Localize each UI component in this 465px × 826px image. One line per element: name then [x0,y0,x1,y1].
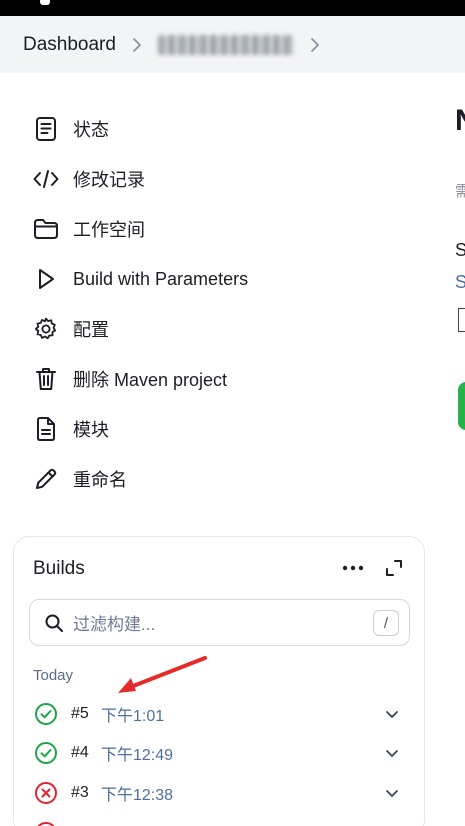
filter-builds-input[interactable]: 过滤构建... / [29,599,410,646]
build-time-link[interactable]: 下午1:01 [101,702,164,726]
sidebar-item-label: 重命名 [73,470,127,490]
logo-fragment [40,0,50,5]
filter-placeholder: 过滤构建... [73,615,156,634]
sidebar-item-build-with-parameters[interactable]: Build with Parameters [0,254,430,304]
code-icon [33,166,59,192]
build-time-link[interactable]: 下午12:38 [101,781,173,805]
breadcrumb-job-link[interactable] [157,34,294,55]
sidebar-task-list: 状态 修改记录 工作空间 Build with Parameters 配置 删除… [0,104,430,504]
success-status-icon [34,702,58,726]
sidebar-item-label: 配置 [73,320,109,340]
folder-icon [33,216,59,242]
success-status-icon [34,741,58,765]
builds-panel: Builds 过滤构建... / Today #5 下午1:01 #4 下午12… [13,536,425,826]
build-number-link[interactable]: #5 [71,705,89,723]
sidebar-item-delete-project[interactable]: 删除 Maven project [0,354,430,404]
sidebar-item-label: 状态 [73,120,109,140]
more-options-icon[interactable] [341,561,365,575]
failure-status-icon [34,821,58,826]
build-row[interactable]: #4 下午12:49 [14,733,424,773]
parameter-label-fragment: S [455,240,465,260]
sidebar-item-label: 模块 [73,420,109,440]
sidebar-item-changes[interactable]: 修改记录 [0,154,430,204]
sidebar-item-label: Build with Parameters [73,268,249,289]
build-row[interactable]: #5 下午1:01 [14,694,424,734]
sidebar-item-configure[interactable]: 配置 [0,304,430,354]
breadcrumb-dashboard-link[interactable]: Dashboard [23,34,116,56]
failure-status-icon [34,781,58,805]
pencil-icon [33,466,59,492]
gear-icon [33,316,59,342]
search-icon [44,613,64,633]
sidebar-item-modules[interactable]: 模块 [0,404,430,454]
breadcrumb-separator-icon [124,37,150,53]
top-header-bar [0,0,465,16]
expand-icon[interactable] [385,559,403,577]
build-row[interactable]: #3 下午12:38 [14,773,424,813]
chevron-down-icon[interactable] [384,745,400,761]
document-icon [33,116,59,142]
job-description-fragment: 需 [455,183,465,200]
job-title-fragment: N [455,104,465,138]
builds-title: Builds [33,558,85,579]
build-number-link[interactable]: #3 [71,784,89,802]
play-icon [33,266,59,292]
breadcrumb-dropdown-chevron-icon[interactable] [302,37,328,53]
breadcrumb: Dashboard [0,16,465,73]
parameter-input-fragment[interactable] [458,308,465,332]
build-number-link[interactable]: #4 [71,744,89,762]
build-time-link[interactable]: 下午12:49 [101,741,173,765]
build-group-label: Today [33,667,74,684]
sidebar-item-label: 修改记录 [73,170,145,190]
chevron-down-icon[interactable] [384,785,400,801]
file-icon [33,416,59,442]
sidebar-item-label: 工作空间 [73,220,145,240]
parameter-link-fragment[interactable]: S [455,272,465,293]
sidebar-item-label: 删除 Maven project [73,370,228,390]
sidebar-item-rename[interactable]: 重命名 [0,454,430,504]
sidebar-item-workspace[interactable]: 工作空间 [0,204,430,254]
trash-icon [33,366,59,392]
sidebar-item-status[interactable]: 状态 [0,104,430,154]
chevron-down-icon[interactable] [384,706,400,722]
build-button-fragment[interactable] [458,382,465,430]
build-row[interactable] [14,813,424,826]
keyboard-shortcut-badge: / [373,610,399,636]
